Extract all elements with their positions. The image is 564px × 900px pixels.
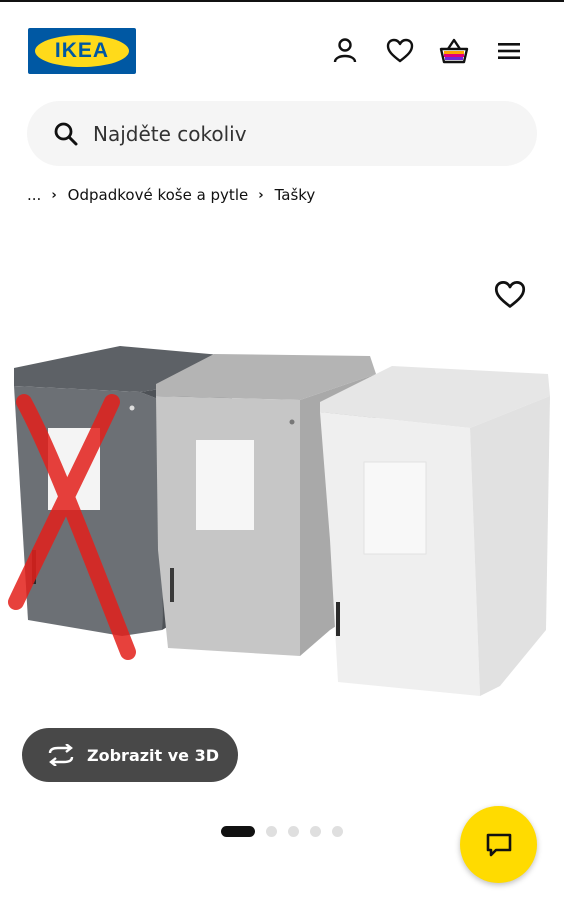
carousel-dot-4[interactable] [310, 825, 321, 837]
logo-text: IKEA [54, 39, 110, 62]
white-bag [320, 366, 550, 696]
view-3d-button[interactable]: Zobrazit ve 3D [22, 728, 238, 782]
breadcrumb: ... › Odpadkové koše a pytle › Tašky [27, 184, 315, 206]
site-header: IKEA [28, 28, 536, 74]
carousel-dot-1[interactable] [221, 825, 255, 837]
product-image-graphic [8, 346, 550, 696]
carousel-dot-2[interactable] [266, 825, 277, 837]
chevron-right-icon: › [51, 187, 57, 203]
chevron-right-icon: › [258, 187, 264, 203]
view-3d-label: Zobrazit ve 3D [87, 745, 220, 765]
user-icon[interactable] [328, 34, 362, 68]
chat-icon [486, 833, 511, 856]
heart-icon[interactable] [383, 34, 417, 68]
search-bar[interactable] [27, 101, 537, 166]
basket-icon[interactable] [437, 34, 471, 68]
heart-outline-icon [494, 281, 526, 308]
chat-button[interactable] [460, 806, 537, 883]
carousel-dot-5[interactable] [332, 825, 343, 837]
product-favourite-button[interactable] [494, 280, 526, 310]
search-input[interactable] [93, 101, 513, 166]
product-image[interactable] [0, 330, 564, 722]
breadcrumb-item-waste-bins[interactable]: Odpadkové koše a pytle [68, 186, 249, 204]
menu-icon[interactable] [492, 34, 526, 68]
breadcrumb-ellipsis[interactable]: ... [27, 186, 41, 204]
search-icon [54, 122, 78, 146]
rotate-icon [48, 744, 74, 766]
ikea-logo[interactable]: IKEA [28, 28, 136, 74]
carousel-pagination [221, 825, 354, 837]
carousel-dot-3[interactable] [288, 825, 299, 837]
top-border [0, 0, 564, 2]
breadcrumb-item-bags[interactable]: Tašky [275, 186, 316, 204]
